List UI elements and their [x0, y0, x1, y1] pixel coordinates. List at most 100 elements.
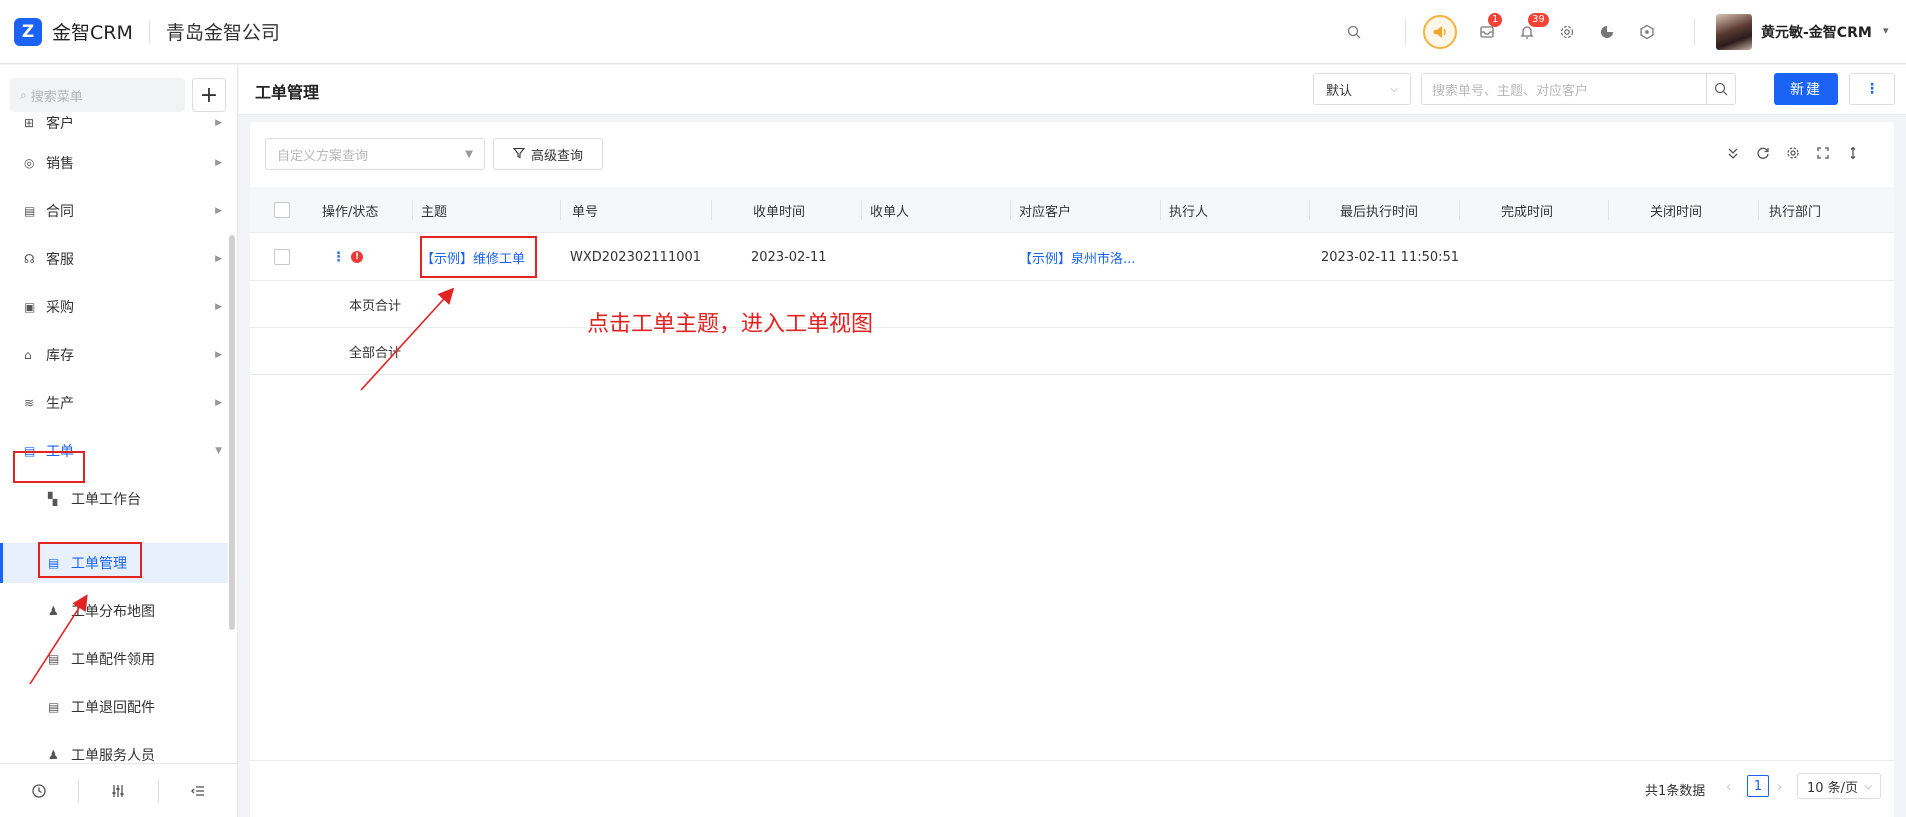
column-header-receiver[interactable]: 收单人 — [870, 187, 909, 233]
message-badge: 1 — [1488, 13, 1503, 27]
global-search-icon[interactable] — [1343, 21, 1365, 43]
prev-page-icon[interactable]: ‹ — [1726, 780, 1731, 795]
sidebar-subitem-label: 工单管理 — [71, 556, 127, 572]
column-header-last-exec-time[interactable]: 最后执行时间 — [1340, 187, 1418, 233]
announcement-speaker-icon[interactable] — [1423, 15, 1457, 49]
sidebar-item-label: 合同 — [46, 204, 74, 220]
sidebar-subitem-workorder-map[interactable]: ♟ 工单分布地图 — [0, 591, 228, 631]
page-size-select[interactable]: 10 条/页 ⌵ — [1797, 773, 1881, 799]
view-select-value: 默认 — [1326, 83, 1353, 99]
notification-bell-icon[interactable]: 39 — [1516, 13, 1549, 43]
sidebar-item-label: 库存 — [46, 348, 74, 364]
sidebar-item-label: 工单 — [46, 444, 74, 460]
header-divider — [148, 20, 150, 43]
sidebar-subitem-label: 工单服务人员 — [71, 748, 155, 764]
workorder-search-input[interactable]: 搜索单号、主题、对应客户 — [1421, 73, 1707, 105]
column-header-close-time[interactable]: 关闭时间 — [1650, 187, 1702, 233]
all-total-row: 全部合计 — [250, 328, 1894, 375]
report-pie-icon[interactable] — [1596, 21, 1618, 43]
chevron-right-icon: ▶ — [215, 158, 222, 168]
sidebar-item-label: 客服 — [46, 252, 74, 268]
fullscreen-icon[interactable] — [1808, 146, 1838, 164]
table-header: 操作/状态 主题 单号 收单时间 收单人 对应客户 执行人 最后执行时间 完成时… — [250, 187, 1894, 233]
message-inbox-icon[interactable]: 1 — [1476, 13, 1503, 43]
sales-icon: ◎ — [24, 156, 35, 170]
collapse-menu-icon[interactable] — [159, 764, 237, 817]
chevron-down-icon: ⌵ — [1864, 780, 1872, 792]
column-separator — [1309, 200, 1310, 220]
table-toolbar — [1718, 146, 1868, 164]
column-header-customer[interactable]: 对应客户 — [1019, 187, 1071, 233]
chevron-down-icon: ⌵ — [1390, 83, 1398, 95]
chevron-right-icon: ▶ — [215, 254, 222, 264]
settings-gear-icon[interactable] — [1556, 21, 1578, 43]
sidebar-item-contract[interactable]: ▤ 合同 ▶ — [0, 191, 228, 231]
refresh-icon[interactable] — [1748, 146, 1778, 164]
sidebar-item-workorder[interactable]: ▤ 工单 ▼ — [0, 431, 228, 471]
status-alert-icon: ! — [351, 233, 363, 281]
search-button[interactable] — [1706, 73, 1736, 105]
company-name[interactable]: 青岛金智公司 — [166, 18, 280, 45]
inventory-icon: ⌂ — [24, 348, 32, 362]
sidebar-item-label: 生产 — [46, 396, 74, 412]
sidebar-subitem-label: 工单分布地图 — [71, 604, 155, 620]
all-total-label: 全部合计 — [349, 346, 402, 361]
search-icon — [1714, 82, 1728, 96]
sidebar-scrollbar[interactable] — [229, 235, 235, 630]
chevron-down-icon: ▼ — [215, 446, 222, 456]
customer-link[interactable]: 【示例】泉州市洛... — [1019, 233, 1135, 281]
sidebar-subitem-workorder-manage[interactable]: ▤ 工单管理 — [0, 543, 228, 583]
column-separator — [1758, 200, 1759, 220]
app-logo[interactable]: Z 金智CRM — [14, 17, 133, 46]
user-avatar[interactable] — [1716, 14, 1752, 50]
column-header-subject[interactable]: 主题 — [421, 187, 447, 233]
sidebar-subitem-parts-issue[interactable]: ▤ 工单配件领用 — [0, 639, 228, 679]
column-header-number[interactable]: 单号 — [572, 187, 598, 233]
sidebar-item-service[interactable]: ☊ 客服 ▶ — [0, 239, 228, 279]
column-separator — [861, 200, 862, 220]
file-icon: ▤ — [48, 652, 60, 666]
column-separator — [1459, 200, 1460, 220]
sidebar-subitem-label: 工单工作台 — [71, 492, 141, 508]
caret-down-icon: ▼ — [465, 148, 473, 160]
sidebar-item-production[interactable]: ≋ 生产 ▶ — [0, 383, 228, 423]
advanced-query-button[interactable]: 高级查询 — [493, 138, 603, 170]
row-height-icon[interactable] — [1838, 146, 1868, 164]
sidebar-item-purchase[interactable]: ▣ 采购 ▶ — [0, 287, 228, 327]
new-workorder-button[interactable]: 新建 — [1774, 73, 1838, 105]
next-page-icon[interactable]: › — [1777, 780, 1782, 795]
sidebar-item-label: 采购 — [46, 300, 74, 316]
column-separator — [711, 200, 712, 220]
document-icon: ▤ — [48, 556, 60, 570]
custom-scheme-select[interactable]: 自定义方案查询 ▼ — [265, 138, 485, 170]
workorder-subject-link[interactable]: 【示例】维修工单 — [421, 233, 525, 281]
settings-sliders-icon[interactable] — [79, 764, 157, 817]
user-menu-caret-icon[interactable]: ▾ — [1883, 24, 1889, 37]
row-actions-icon[interactable]: ⋮ — [332, 233, 345, 281]
column-header-received-time[interactable]: 收单时间 — [753, 187, 805, 233]
sidebar-item-sales[interactable]: ◎ 销售 ▶ — [0, 143, 228, 183]
column-header-executor[interactable]: 执行人 — [1169, 187, 1208, 233]
column-settings-icon[interactable] — [1778, 146, 1808, 164]
scheme-placeholder: 自定义方案查询 — [277, 148, 369, 164]
table-row[interactable]: ⋮ ! 【示例】维修工单 WXD202302111001 2023-02-11 … — [250, 233, 1894, 281]
column-header-finish-time[interactable]: 完成时间 — [1501, 187, 1553, 233]
history-clock-icon[interactable] — [0, 764, 78, 817]
column-header-department[interactable]: 执行部门 — [1769, 187, 1821, 233]
select-all-checkbox[interactable] — [274, 202, 290, 218]
more-actions-icon[interactable]: ⋮ — [1849, 73, 1895, 105]
sidebar-item-inventory[interactable]: ⌂ 库存 ▶ — [0, 335, 228, 375]
user-name[interactable]: 黄元敏-金智CRM — [1761, 22, 1872, 42]
row-checkbox[interactable] — [274, 249, 290, 265]
page-number-current[interactable]: 1 — [1747, 775, 1769, 797]
column-separator — [1608, 200, 1609, 220]
notification-badge: 39 — [1528, 13, 1549, 27]
chevron-right-icon: ▶ — [215, 302, 222, 312]
sidebar-subitem-workorder-desk[interactable]: ▚ 工单工作台 — [0, 479, 228, 519]
expand-double-chevron-icon[interactable] — [1718, 146, 1748, 164]
sidebar-item-customer[interactable]: ⊞ 客户 ▶ — [0, 103, 228, 143]
app-hexagon-icon[interactable] — [1636, 21, 1658, 43]
sidebar-subitem-parts-return[interactable]: ▤ 工单退回配件 — [0, 687, 228, 727]
total-count: 共1条数据 — [1645, 784, 1706, 799]
view-select[interactable]: 默认 ⌵ — [1313, 73, 1411, 105]
